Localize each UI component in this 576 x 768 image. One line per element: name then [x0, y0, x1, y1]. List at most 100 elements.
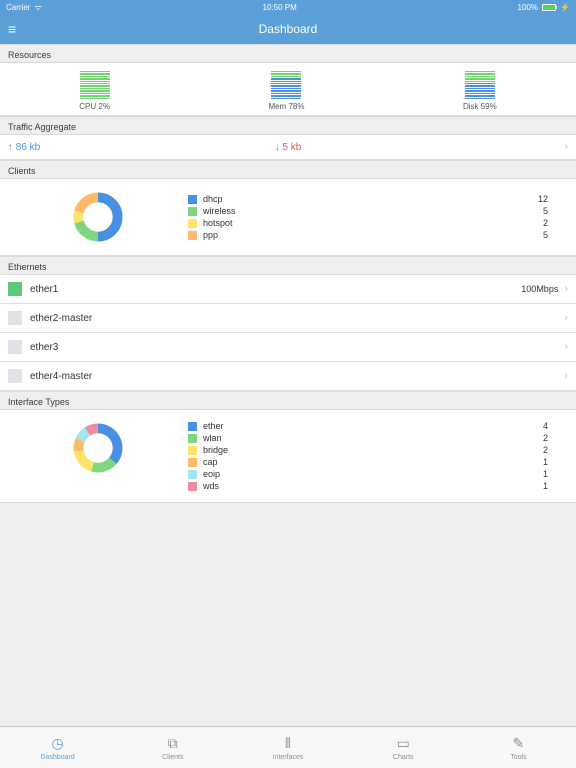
tab-label: Clients: [162, 754, 183, 761]
ethernet-row[interactable]: ether1100Mbps›: [0, 275, 576, 304]
resource-label: CPU 2%: [79, 102, 110, 111]
clients-icon: ⧉: [168, 735, 178, 752]
legend-value: 1: [543, 481, 548, 491]
legend-row: hotspot2: [188, 217, 568, 229]
tab-interfaces[interactable]: ⦀ Interfaces: [230, 727, 345, 768]
legend-swatch: [188, 207, 197, 216]
iftypes-donut-chart: [70, 420, 126, 476]
ethernet-row[interactable]: ether3 ›: [0, 333, 576, 362]
chevron-right-icon: ›: [564, 370, 568, 382]
legend-value: 5: [543, 230, 548, 240]
legend-value: 5: [543, 206, 548, 216]
iftypes-header: Interface Types: [0, 391, 576, 410]
iftypes-donut-wrap: [8, 420, 188, 476]
resource-bars: [465, 71, 495, 99]
chevron-right-icon: ›: [564, 341, 568, 353]
traffic-upload: ↑ 86 kb: [8, 142, 40, 153]
resource-label: Disk 59%: [463, 102, 497, 111]
legend-row: ppp 5: [188, 229, 568, 241]
status-right: 100% ⚡: [518, 3, 570, 12]
resource-item: CPU 2%: [79, 71, 110, 111]
resources-row: CPU 2% Mem 78% Disk 59%: [0, 63, 576, 116]
battery-percent: 100%: [518, 3, 538, 12]
tab-clients[interactable]: ⧉ Clients: [115, 727, 230, 768]
resource-label: Mem 78%: [268, 102, 304, 111]
legend-label: wds: [203, 481, 219, 491]
ethernet-label: ether1: [30, 284, 58, 295]
clients-donut-chart: [70, 189, 126, 245]
ethernet-label: ether3: [30, 342, 58, 353]
clients-header: Clients: [0, 160, 576, 179]
legend-swatch: [188, 195, 197, 204]
legend-swatch: [188, 470, 197, 479]
legend-value: 4: [543, 421, 548, 431]
legend-row: wds 1: [188, 480, 568, 492]
ethernets-header: Ethernets: [0, 256, 576, 275]
legend-label: bridge: [203, 445, 228, 455]
menu-button[interactable]: ≡: [8, 21, 16, 37]
tab-tools[interactable]: ✎Tools: [461, 727, 576, 768]
clients-legend: dhcp 12 wireless 5hotspot2ppp 5: [188, 193, 568, 241]
legend-row: cap 1: [188, 456, 568, 468]
clock: 10:50 PM: [263, 3, 297, 12]
iftypes-legend: ether4wlan2bridge2cap1eoip1wds1: [188, 420, 568, 492]
legend-label: ppp: [203, 230, 218, 240]
iftypes-body: ether4wlan2bridge2cap1eoip1wds1: [0, 410, 576, 503]
wifi-icon: ᯤ: [34, 2, 41, 13]
legend-label: dhcp: [203, 194, 223, 204]
legend-label: cap: [203, 457, 218, 467]
legend-row: ether 4: [188, 420, 568, 432]
legend-value: 1: [543, 469, 548, 479]
legend-row: wlan2: [188, 432, 568, 444]
legend-row: bridge2: [188, 444, 568, 456]
tab-charts[interactable]: ▭ Charts: [346, 727, 461, 768]
resource-item: Disk 59%: [463, 71, 497, 111]
legend-value: 1: [543, 457, 548, 467]
legend-row: wireless 5: [188, 205, 568, 217]
ethernet-status-swatch: [8, 282, 22, 296]
tab-bar: ◷ Dashboard ⧉ Clients ⦀ Interfaces ▭ Charts ✎Too…: [0, 726, 576, 768]
chevron-right-icon: ›: [564, 283, 568, 295]
legend-swatch: [188, 434, 197, 443]
legend-label: ether: [203, 421, 224, 431]
tab-label: Charts: [393, 754, 414, 761]
ethernet-label: ether2-master: [30, 313, 92, 324]
nav-bar: ≡ Dashboard: [0, 14, 576, 44]
carrier-label: Carrier: [6, 3, 30, 12]
legend-value: 2: [543, 218, 548, 228]
tab-dashboard[interactable]: ◷ Dashboard: [0, 727, 115, 768]
ethernet-label: ether4-master: [30, 371, 92, 382]
traffic-header: Traffic Aggregate: [0, 116, 576, 135]
battery-icon: [542, 4, 556, 11]
legend-swatch: [188, 219, 197, 228]
tab-label: Dashboard: [40, 754, 74, 761]
legend-row: eoip 1: [188, 468, 568, 480]
resource-bars: [80, 71, 110, 99]
legend-label: wireless: [203, 206, 236, 216]
charging-icon: ⚡: [560, 3, 570, 12]
chevron-right-icon: ›: [564, 141, 568, 153]
status-left: Carrier ᯤ: [6, 2, 42, 13]
chevron-right-icon: ›: [564, 312, 568, 324]
legend-value: 2: [543, 433, 548, 443]
legend-value: 12: [538, 194, 548, 204]
tab-label: Interfaces: [273, 754, 304, 761]
legend-swatch: [188, 458, 197, 467]
legend-swatch: [188, 446, 197, 455]
ethernet-status-swatch: [8, 311, 22, 325]
clients-donut-wrap: [8, 189, 188, 245]
legend-label: eoip: [203, 469, 220, 479]
ethernets-list: ether1100Mbps›ether2-master›ether3›ether…: [0, 275, 576, 391]
resource-item: Mem 78%: [268, 71, 304, 111]
dashboard-icon: ◷: [51, 735, 63, 752]
resource-bars: [271, 71, 301, 99]
interfaces-icon: ⦀: [285, 735, 291, 752]
clients-body: dhcp 12 wireless 5hotspot2ppp 5: [0, 179, 576, 256]
resources-header: Resources: [0, 44, 576, 63]
ethernet-status-swatch: [8, 340, 22, 354]
ethernet-row[interactable]: ether2-master ›: [0, 304, 576, 333]
legend-swatch: [188, 231, 197, 240]
traffic-row[interactable]: ↑ 86 kb ↓ 5 kb ›: [0, 135, 576, 160]
charts-icon: ▭: [397, 735, 410, 752]
ethernet-row[interactable]: ether4-master ›: [0, 362, 576, 391]
